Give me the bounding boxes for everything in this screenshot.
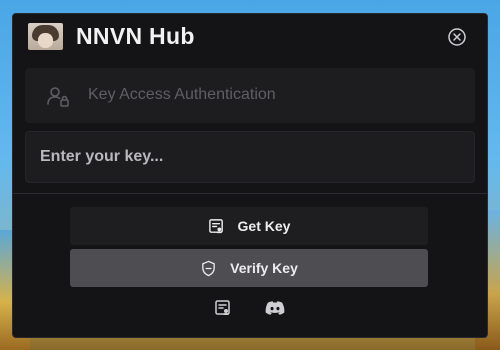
key-document-icon bbox=[215, 300, 230, 315]
title-bar: NNVN Hub bbox=[13, 14, 487, 59]
divider bbox=[13, 193, 487, 194]
get-key-label: Get Key bbox=[237, 218, 291, 234]
user-lock-icon bbox=[47, 87, 69, 107]
verify-key-button[interactable]: Verify Key bbox=[70, 249, 428, 287]
auth-header-card: Key Access Authentication bbox=[25, 68, 475, 123]
window-title: NNVN Hub bbox=[76, 23, 195, 49]
shield-icon bbox=[202, 260, 215, 276]
footer-get-key-button[interactable] bbox=[213, 299, 233, 317]
verify-key-label: Verify Key bbox=[230, 260, 298, 276]
key-input[interactable] bbox=[25, 131, 475, 183]
avatar bbox=[28, 23, 63, 50]
close-icon bbox=[448, 28, 466, 46]
get-key-button[interactable]: Get Key bbox=[70, 207, 428, 245]
discord-button[interactable] bbox=[264, 300, 285, 318]
key-system-window: NNVN Hub Key Access Authentication Get K… bbox=[12, 13, 488, 338]
auth-label: Key Access Authentication bbox=[88, 86, 276, 103]
close-button[interactable] bbox=[447, 27, 467, 47]
key-document-icon bbox=[208, 218, 223, 233]
discord-icon bbox=[265, 301, 285, 315]
